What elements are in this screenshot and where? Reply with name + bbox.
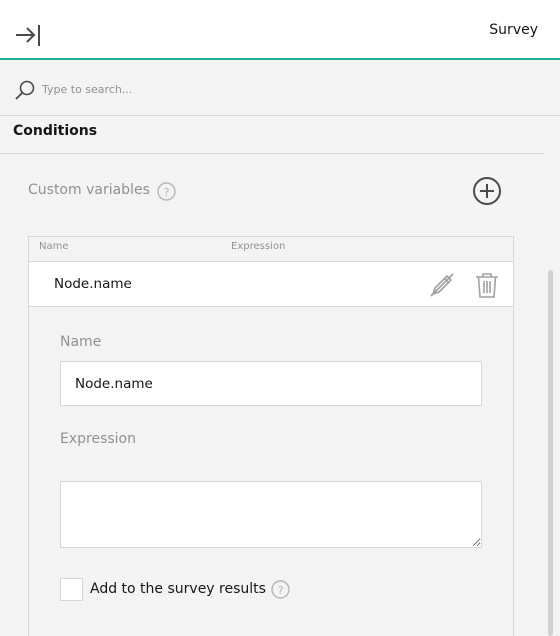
search-bar	[0, 62, 560, 116]
top-bar: Survey	[0, 0, 560, 60]
panel-title: Survey	[489, 22, 538, 38]
expression-field-label: Expression	[60, 431, 136, 447]
section-title: Conditions	[13, 123, 98, 139]
custom-variables-label: Custom variables	[28, 182, 150, 198]
add-to-results-checkbox[interactable]	[60, 578, 83, 601]
help-icon[interactable]: ?	[271, 580, 290, 599]
svg-text:?: ?	[278, 584, 284, 597]
collapse-panel-icon	[16, 25, 40, 46]
scrollbar-thumb[interactable]	[548, 270, 553, 636]
row-name-cell: Node.name	[54, 276, 132, 292]
section-header[interactable]: Conditions	[0, 116, 544, 154]
edit-disabled-icon[interactable]	[427, 270, 457, 300]
help-icon[interactable]: ?	[157, 182, 176, 201]
expression-textarea[interactable]	[60, 481, 482, 548]
search-icon	[15, 80, 35, 100]
collapse-panel-button[interactable]	[12, 18, 44, 50]
column-header-expression: Expression	[231, 241, 286, 252]
add-variable-button[interactable]	[472, 176, 502, 206]
column-header-name: Name	[39, 241, 69, 252]
search-input[interactable]	[42, 77, 522, 101]
trash-icon[interactable]	[472, 270, 502, 300]
svg-text:?: ?	[164, 186, 170, 199]
table-row[interactable]: Node.name	[29, 261, 513, 307]
name-input[interactable]	[60, 361, 482, 406]
name-field-label: Name	[60, 334, 102, 350]
add-to-results-label[interactable]: Add to the survey results	[90, 581, 266, 597]
variables-table: Name Expression Node.name Name Expressio…	[28, 236, 514, 636]
